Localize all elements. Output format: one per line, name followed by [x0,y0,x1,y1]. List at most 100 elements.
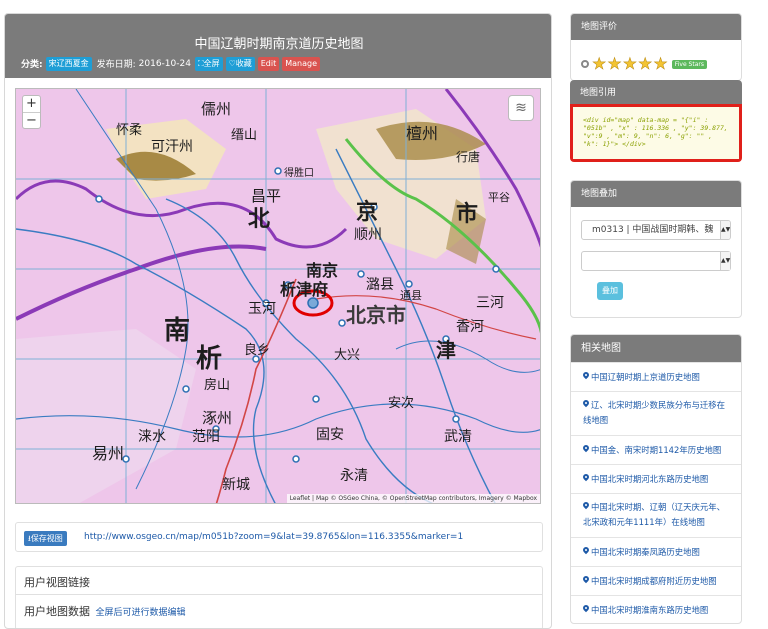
related-map-title: 中国北宋时期河北东路历史地图 [591,474,709,484]
map-label: 安次 [388,395,414,410]
overlay-map-select[interactable]: m0313 | 中国战国时期韩、魏 ▲▼ [581,220,731,240]
map-marker-icon [583,576,589,584]
map-label: 玉河 [248,301,276,317]
historical-map-image: 儒州 缙山 可汗州 怀柔 檀州 行唐 得胜口 昌平 北 京 市 平谷 顺州 南京… [16,89,540,503]
map-label: 儒州 [201,101,231,118]
map-marker-icon [583,400,589,408]
page-title: 中国辽朝时期南京道历史地图 [194,37,364,52]
fullscreen-button[interactable]: ⛶全屏 [194,56,223,71]
overlay-add-button[interactable]: 叠加 [597,282,623,300]
star-icon[interactable]: ★ [592,55,607,72]
related-map-title: 中国北宋时期秦凤路历史地图 [591,547,700,557]
zoom-control: + − [22,95,41,129]
map-label: 析 [196,344,222,373]
overlay-layer-select[interactable]: ▲▼ [581,251,731,271]
map-label: 良乡 [244,342,270,357]
manage-button[interactable]: Manage [282,56,321,71]
publish-date-label: 发布日期: [96,60,136,70]
map-label: 易州 [92,446,124,463]
map-marker-icon [583,547,589,555]
overlay-title: 地图叠加 [571,181,741,207]
chevron-down-icon: ▲▼ [720,252,730,270]
map-label: 潞县 [366,277,394,293]
layers-button[interactable]: ≋ [508,95,534,121]
map-marker-icon [583,605,589,613]
map-label: 永清 [340,468,368,484]
publish-date: 2016-10-24 [138,58,191,69]
map-label: 三河 [476,295,504,311]
related-map-link[interactable]: 辽、北宋时期少数民族分布与迁移在线地图 [571,391,741,435]
map-label: 怀柔 [116,122,142,137]
favorite-label: 收藏 [235,58,252,68]
star-icon[interactable]: ★ [653,55,668,72]
map-label: 范阳 [192,428,220,445]
related-map-link[interactable]: 中国北宋时期、辽朝（辽天庆元年、北宋政和元年1111年）在线地图 [571,493,741,537]
category-tag[interactable]: 宋辽西夏金 [45,56,92,71]
map-marker-icon [583,474,589,482]
embed-code[interactable]: <div id="map" data-map = "{"i" : "051b" … [570,104,742,162]
cite-panel: 地图引用 <div id="map" data-map = "{"i" : "0… [570,80,742,162]
related-map-title: 中国北宋时期成都府附近历史地图 [591,576,717,586]
map-label: 房山 [204,377,230,392]
map-canvas[interactable]: 儒州 缙山 可汗州 怀柔 檀州 行唐 得胜口 昌平 北 京 市 平谷 顺州 南京… [15,88,541,504]
save-view-label: 保存视图 [30,534,63,543]
related-map-link[interactable]: 中国北宋时期河北东路历史地图 [571,464,741,493]
reset-rating-icon[interactable] [581,60,589,68]
map-label: 顺州 [354,227,382,243]
map-label: 檀州 [406,124,438,143]
related-map-link[interactable]: 中国北宋时期淮南东路历史地图 [571,595,741,623]
chevron-down-icon: ▲▼ [720,221,730,239]
edit-button[interactable]: Edit [257,56,280,71]
heart-icon: ♡ [228,58,236,68]
map-detail-panel: 中国辽朝时期南京道历史地图 分类: 宋辽西夏金 发布日期: 2016-10-24… [4,13,552,629]
map-label: 南 [164,316,190,345]
map-label: 行唐 [456,149,480,164]
overlay-selected-value: m0313 | 中国战国时期韩、魏 [592,225,714,235]
fullscreen-label: 全屏 [203,58,220,68]
zoom-out-button[interactable]: − [23,112,40,128]
map-label: 香河 [456,319,484,335]
user-links-box: 用户视图链接 用户地图数据 全屏后可进行数据编辑 [15,566,543,628]
related-maps-panel: 相关地图 中国辽朝时期上京道历史地图 辽、北宋时期少数民族分布与迁移在线地图 中… [570,334,742,624]
map-header: 中国辽朝时期南京道历史地图 分类: 宋辽西夏金 发布日期: 2016-10-24… [5,14,551,78]
overlay-panel: 地图叠加 m0313 | 中国战国时期韩、魏 ▲▼ ▲▼ 叠加 [570,180,742,318]
meta-row: 分类: 宋辽西夏金 发布日期: 2016-10-24 ⛶全屏 ♡收藏 Edit … [21,56,323,71]
related-map-title: 中国北宋时期淮南东路历史地图 [591,605,709,615]
related-map-link[interactable]: 中国北宋时期成都府附近历史地图 [571,566,741,595]
favorite-button[interactable]: ♡收藏 [225,56,255,71]
map-label: 涿州 [202,410,232,427]
star-icon[interactable]: ★ [638,55,653,72]
rating-panel: 地图评价 ★ ★ ★ ★ ★ Five Stars [570,13,742,81]
map-label: 南京 [306,261,338,280]
map-label: 市 [456,201,478,226]
map-label: 缙山 [231,127,257,142]
related-title: 相关地图 [571,335,741,362]
star-icon[interactable]: ★ [622,55,637,72]
rating-badge: Five Stars [671,59,707,69]
related-map-link[interactable]: 中国辽朝时期上京道历史地图 [571,362,741,391]
user-view-link[interactable]: 用户视图链接 [16,567,542,595]
related-map-title: 中国辽朝时期上京道历史地图 [591,372,700,382]
related-map-title: 中国金、南宋时期1142年历史地图 [591,445,722,455]
map-url-box: ⭳保存视图 http://www.osgeo.cn/map/m051b?zoom… [15,522,543,552]
map-label: 新城 [222,477,250,493]
map-label: 昌平 [251,189,281,205]
related-map-link[interactable]: 中国北宋时期秦凤路历史地图 [571,537,741,566]
related-map-title: 辽、北宋时期少数民族分布与迁移在线地图 [583,400,725,425]
related-map-link[interactable]: 中国金、南宋时期1142年历史地图 [571,435,741,464]
map-marker-icon [583,445,589,453]
map-label: 可汗州 [151,139,193,155]
rating-title: 地图评价 [571,14,741,40]
star-icon[interactable]: ★ [607,55,622,72]
save-view-button[interactable]: ⭳保存视图 [24,531,67,546]
rating-stars[interactable]: ★ ★ ★ ★ ★ Five Stars [581,55,707,72]
fullscreen-edit-link[interactable]: 全屏后可进行数据编辑 [96,608,186,618]
map-label: 析津府 [280,280,328,299]
map-url-link[interactable]: http://www.osgeo.cn/map/m051b?zoom=9&lat… [84,532,463,542]
map-label: 北 [248,206,270,231]
map-label: 得胜口 [284,167,314,179]
zoom-in-button[interactable]: + [23,96,40,112]
layers-icon: ≋ [515,100,527,116]
map-label: 武清 [444,429,472,445]
map-label: 津 [436,339,456,362]
